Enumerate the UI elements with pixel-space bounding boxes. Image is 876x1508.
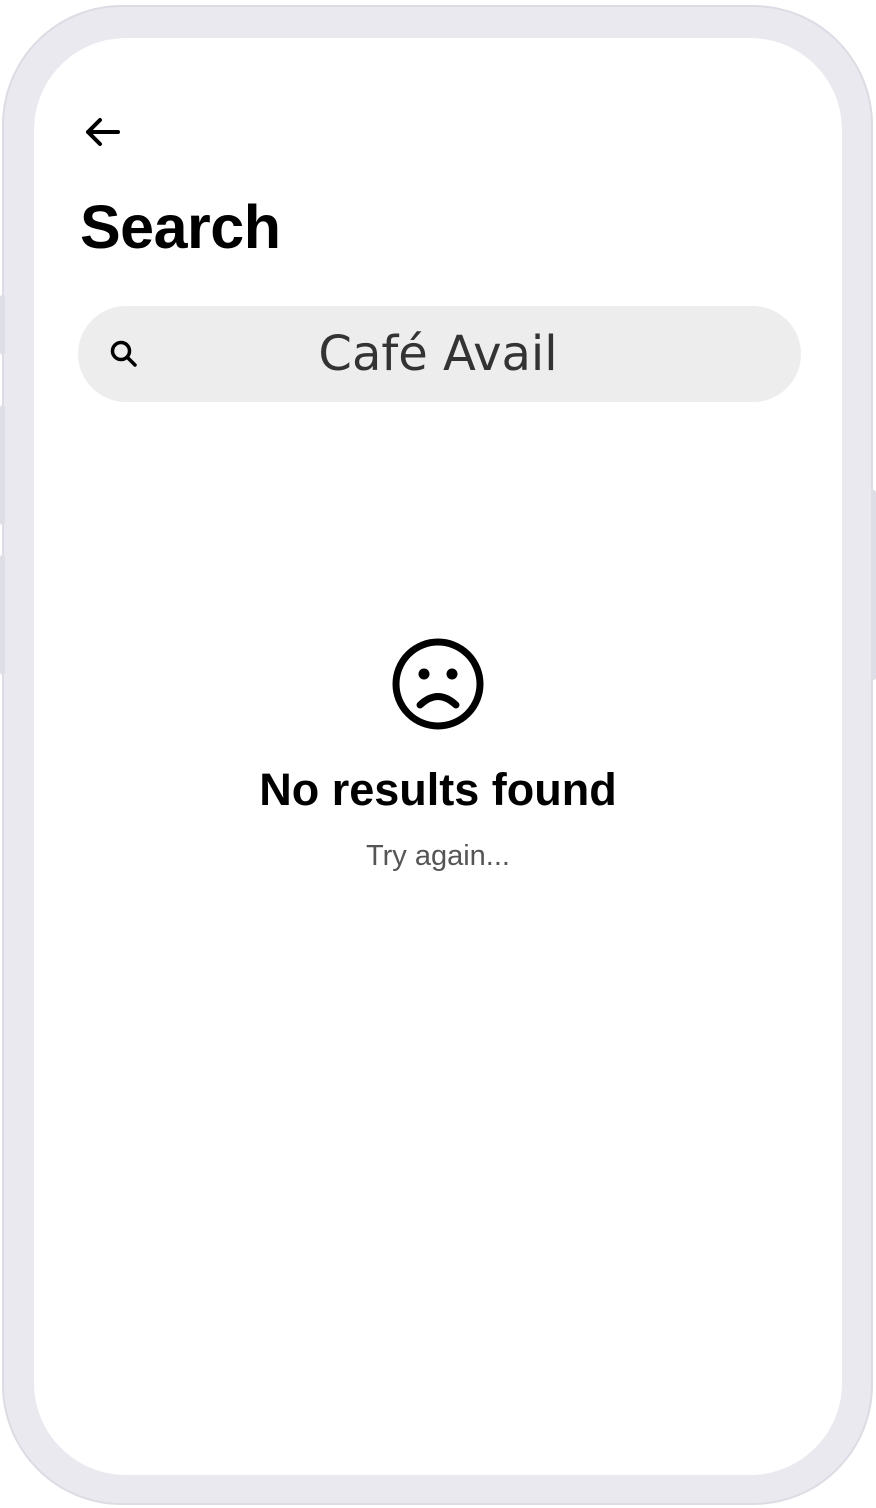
empty-state-subtitle: Try again...	[366, 840, 510, 872]
sad-face-icon	[392, 638, 484, 730]
empty-state: No results found Try again...	[34, 636, 842, 874]
side-button-right	[871, 490, 876, 680]
search-icon	[110, 340, 137, 367]
search-input[interactable]	[158, 306, 718, 402]
search-bar[interactable]	[78, 306, 801, 402]
side-button-left-2	[0, 405, 5, 525]
empty-state-title: No results found	[259, 764, 617, 815]
side-button-left-3	[0, 555, 5, 675]
stage: Search No results found Try again...	[0, 0, 876, 1508]
phone-screen: Search No results found Try again...	[34, 38, 842, 1475]
back-button[interactable]	[72, 108, 132, 156]
side-button-left-1	[0, 295, 5, 355]
page-title: Search	[80, 193, 281, 261]
arrow-left-icon	[86, 118, 120, 146]
